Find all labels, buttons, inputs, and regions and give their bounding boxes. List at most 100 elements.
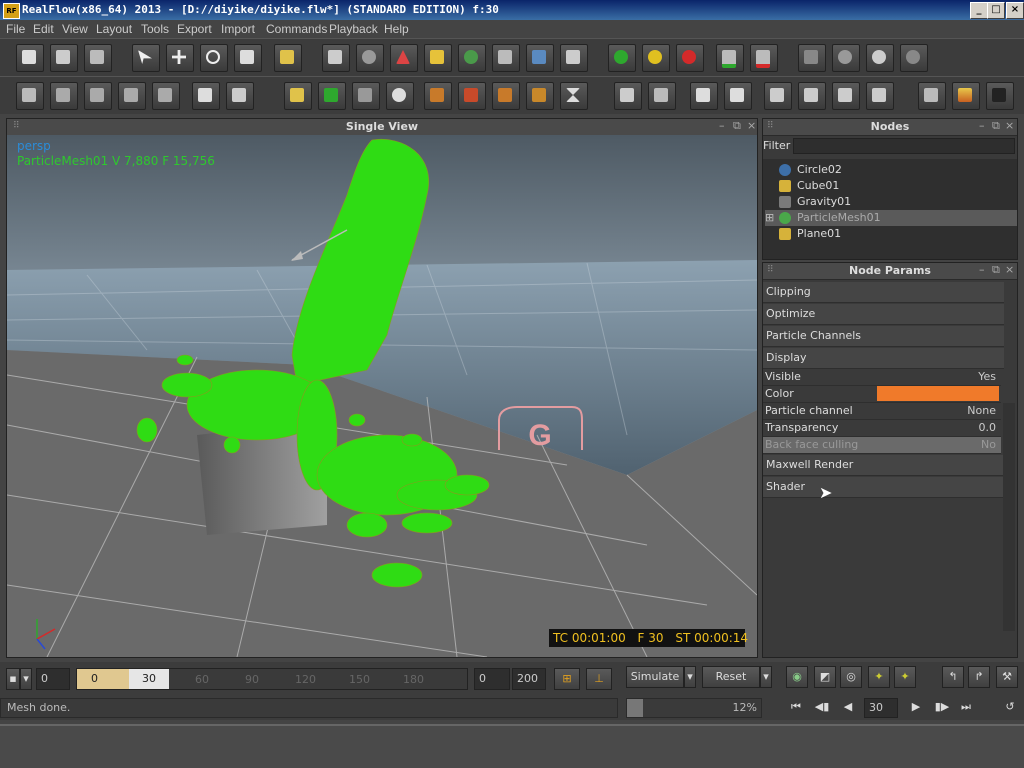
close-window-button[interactable]: ×	[1006, 2, 1024, 19]
hourglass-button[interactable]	[560, 82, 588, 110]
sim-tool-3[interactable]: ✦	[868, 666, 890, 688]
param-row-back-face-culling[interactable]: Back face culling No	[763, 437, 1001, 454]
panel-min-icon[interactable]: –	[979, 263, 985, 276]
loop-icon[interactable]: ↺	[1000, 698, 1020, 716]
scale-tool-button[interactable]	[234, 44, 262, 72]
panel-grip-icon[interactable]: ⠿	[767, 121, 774, 131]
panel-close-icon[interactable]: ×	[1005, 119, 1014, 132]
prev-frame-button[interactable]: ◀	[838, 698, 858, 716]
timeline-range-start[interactable]: 0	[77, 669, 129, 689]
panel-float-icon[interactable]: ⧉	[992, 263, 1000, 277]
node-remove-button[interactable]	[84, 82, 112, 110]
param-row-transparency[interactable]: Transparency 0.0	[763, 420, 1001, 437]
shade-button-4[interactable]	[866, 82, 894, 110]
last-frame-button[interactable]: ⏭	[956, 698, 976, 716]
box-view-button[interactable]	[192, 82, 220, 110]
next-frame-button[interactable]: ▶	[906, 698, 926, 716]
filter-input[interactable]	[793, 138, 1015, 154]
timeline-menu-button[interactable]: ▪	[6, 668, 20, 690]
param-row-color[interactable]: Color	[763, 386, 1001, 403]
save-red-button[interactable]	[750, 44, 778, 72]
panel-min-icon[interactable]: –	[979, 119, 985, 132]
node-unlink-button[interactable]	[152, 82, 180, 110]
save-green-button[interactable]	[716, 44, 744, 72]
mesh-button[interactable]	[458, 44, 486, 72]
section-display[interactable]: Display	[763, 348, 1004, 369]
key-set-button[interactable]: ⊥	[586, 668, 612, 690]
daemon-button[interactable]	[390, 44, 418, 72]
grid-orange-button-4[interactable]	[526, 82, 554, 110]
shade-button-3[interactable]	[832, 82, 860, 110]
sim-tool-2[interactable]: ◩	[814, 666, 836, 688]
batch-button[interactable]	[352, 82, 380, 110]
node-item-cube01[interactable]: Cube01	[765, 178, 1017, 194]
cube-wire-button-2[interactable]	[648, 82, 676, 110]
timeline-current-frame[interactable]: 30	[129, 669, 169, 689]
eye-icon[interactable]: ◎	[840, 666, 862, 688]
axis-icon[interactable]	[274, 44, 302, 72]
simulate-dropdown-button[interactable]: ▾	[684, 666, 696, 688]
emitter-button[interactable]	[322, 44, 350, 72]
refresh-button[interactable]	[832, 44, 860, 72]
dark-render-button[interactable]	[986, 82, 1014, 110]
section-clipping[interactable]: Clipping	[763, 282, 1004, 303]
green-status-button[interactable]	[608, 44, 636, 72]
globe-button[interactable]	[900, 44, 928, 72]
params-scrollbar[interactable]	[1003, 403, 1015, 631]
frame-button-1[interactable]	[690, 82, 718, 110]
frame-field[interactable]: 30	[864, 698, 898, 718]
panel-close-icon[interactable]: ×	[747, 119, 756, 132]
timeline-start-field[interactable]: 0	[36, 668, 70, 690]
render-button[interactable]	[918, 82, 946, 110]
menu-commands[interactable]: Commands	[266, 22, 327, 36]
new-scene-button[interactable]	[16, 44, 44, 72]
viewport-scene[interactable]: G	[7, 135, 757, 657]
curves-button[interactable]	[318, 82, 346, 110]
panel-grip-icon[interactable]: ⠿	[767, 265, 774, 275]
rotate-tool-button[interactable]	[200, 44, 228, 72]
menu-export[interactable]: Export	[177, 22, 212, 36]
menu-playback[interactable]: Playback	[329, 22, 378, 36]
section-optimize[interactable]: Optimize	[763, 304, 1004, 325]
first-frame-button[interactable]: ⏮	[786, 698, 806, 716]
timeline-max-field[interactable]: 200	[512, 668, 546, 690]
param-row-particle-channel[interactable]: Particle channel None	[763, 403, 1001, 420]
wave-button[interactable]	[526, 44, 554, 72]
menu-layout[interactable]: Layout	[96, 22, 132, 36]
section-shader[interactable]: Shader	[763, 477, 1004, 498]
node-item-particlemesh01[interactable]: ⊞ ParticleMesh01	[765, 210, 1017, 226]
object-button[interactable]	[424, 44, 452, 72]
move-tool-button[interactable]	[166, 44, 194, 72]
timeline-scrubber[interactable]: 0 30 60 90 120 150 180	[76, 668, 468, 690]
points-button[interactable]	[386, 82, 414, 110]
node-link-button[interactable]	[118, 82, 146, 110]
timeline-dropdown-button[interactable]: ▾	[20, 668, 32, 690]
reset-button[interactable]: Reset	[702, 666, 760, 688]
prev-key-button[interactable]: ◀▮	[812, 698, 832, 716]
grid-orange-button-2[interactable]	[458, 82, 486, 110]
menu-view[interactable]: View	[62, 22, 88, 36]
panel-float-icon[interactable]: ⧉	[992, 119, 1000, 133]
node-item-circle02[interactable]: Circle02	[765, 162, 1017, 178]
sim-tool-1[interactable]: ◉	[786, 666, 808, 688]
timeline-min-field[interactable]: 0	[474, 668, 510, 690]
sim-tool-6[interactable]: ↱	[968, 666, 990, 688]
panel-float-icon[interactable]: ⧉	[733, 119, 741, 133]
run-script-button[interactable]	[798, 44, 826, 72]
node-item-gravity01[interactable]: Gravity01	[765, 194, 1017, 210]
box-solid-button[interactable]	[226, 82, 254, 110]
yellow-status-button[interactable]	[642, 44, 670, 72]
param-row-visible[interactable]: Visible Yes	[763, 369, 1001, 386]
maximize-button[interactable]: □	[987, 2, 1005, 19]
save-scene-button[interactable]	[84, 44, 112, 72]
cube-wire-button-1[interactable]	[614, 82, 642, 110]
grid-orange-button-3[interactable]	[492, 82, 520, 110]
sim-tool-5[interactable]: ↰	[942, 666, 964, 688]
menu-file[interactable]: File	[6, 22, 25, 36]
panel-grip-icon[interactable]: ⠿	[13, 121, 20, 131]
sim-tool-4[interactable]: ✦	[894, 666, 916, 688]
particles-button[interactable]	[356, 44, 384, 72]
menu-help[interactable]: Help	[384, 22, 409, 36]
rigid-body-button[interactable]	[560, 44, 588, 72]
grid-orange-button-1[interactable]	[424, 82, 452, 110]
